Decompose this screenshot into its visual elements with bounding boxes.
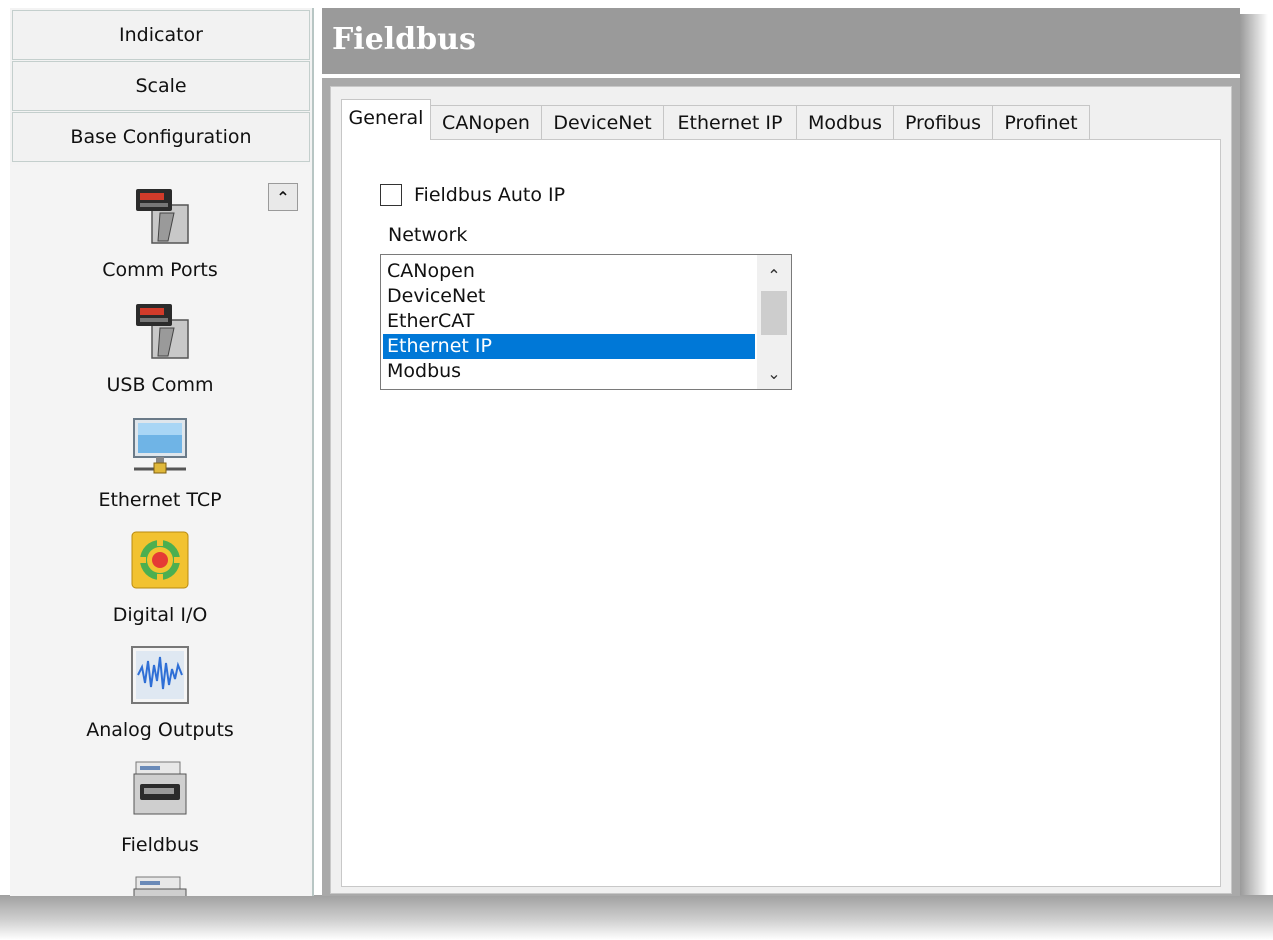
tab-modbus[interactable]: Modbus — [796, 105, 894, 139]
waveform-icon — [131, 646, 189, 704]
tab-devicenet[interactable]: DeviceNet — [541, 105, 664, 139]
nav-item-label: Comm Ports — [102, 259, 218, 281]
nav-item-label: Digital I/O — [112, 604, 208, 626]
chevron-down-icon: ⌄ — [767, 363, 781, 383]
content-area: General CANopen DeviceNet Ethernet IP Mo… — [322, 78, 1240, 896]
network-listbox[interactable]: CANopen DeviceNet EtherCAT Ethernet IP M… — [380, 254, 792, 390]
fieldbus-auto-ip-row[interactable]: Fieldbus Auto IP — [380, 182, 565, 208]
tab-control: General CANopen DeviceNet Ethernet IP Mo… — [330, 86, 1232, 894]
network-option-ethernet-ip[interactable]: Ethernet IP — [383, 334, 755, 359]
window-shadow-bottom — [0, 895, 1273, 940]
nav-item-fieldbus[interactable]: Fieldbus — [10, 760, 310, 872]
network-computer-icon — [133, 418, 187, 474]
scrollbar-thumb[interactable] — [761, 291, 787, 335]
network-option-devicenet[interactable]: DeviceNet — [383, 284, 755, 309]
network-option-canopen[interactable]: CANopen — [383, 259, 755, 284]
nav-item-label: Analog Outputs — [86, 719, 234, 741]
nav-item-comm-ports[interactable]: Comm Ports — [10, 185, 310, 297]
network-option-ethercat[interactable]: EtherCAT — [383, 309, 755, 334]
tab-canopen[interactable]: CANopen — [430, 105, 542, 139]
network-option-modbus[interactable]: Modbus — [383, 359, 755, 384]
fieldbus-device-icon — [133, 876, 187, 896]
fieldbus-device-icon — [133, 761, 187, 815]
nav-item-usb-comm[interactable]: USB Comm — [10, 300, 310, 412]
nav-item-partial[interactable] — [10, 875, 310, 896]
nav-base-configuration-button[interactable]: Base Configuration — [12, 112, 310, 162]
scroll-up-arrow[interactable]: ⌃ — [757, 261, 791, 289]
general-tab-page: Fieldbus Auto IP Network CANopen DeviceN… — [341, 139, 1221, 887]
fieldbus-auto-ip-checkbox[interactable] — [380, 184, 402, 206]
tab-profibus[interactable]: Profibus — [893, 105, 993, 139]
scale-terminal-icon — [136, 189, 189, 244]
page-title: Fieldbus — [332, 22, 476, 57]
application-window: Indicator Scale Base Configuration ⌃ Com… — [0, 0, 1273, 940]
nav-item-ethernet-tcp[interactable]: Ethernet TCP — [10, 415, 310, 527]
nav-item-digital-io[interactable]: Digital I/O — [10, 530, 310, 642]
scale-terminal-icon — [136, 304, 189, 359]
digital-io-target-icon — [131, 531, 189, 589]
base-configuration-list: ⌃ Comm Ports USB Comm Ethernet TCP Digit… — [10, 165, 310, 896]
tab-ethernet-ip[interactable]: Ethernet IP — [663, 105, 797, 139]
nav-item-label: USB Comm — [106, 374, 214, 396]
nav-item-analog-outputs[interactable]: Analog Outputs — [10, 645, 310, 757]
fieldbus-auto-ip-label[interactable]: Fieldbus Auto IP — [414, 184, 565, 206]
page-header: Fieldbus — [322, 8, 1240, 74]
tab-general[interactable]: General — [341, 99, 431, 140]
window-shadow-right — [1240, 14, 1268, 910]
nav-item-label: Ethernet TCP — [98, 489, 222, 511]
navigation-panel: Indicator Scale Base Configuration ⌃ Com… — [10, 8, 314, 896]
nav-scale-button[interactable]: Scale — [12, 61, 310, 111]
scroll-down-arrow[interactable]: ⌄ — [757, 359, 791, 387]
network-label: Network — [388, 224, 468, 246]
nav-item-label: Fieldbus — [121, 834, 199, 856]
nav-indicator-button[interactable]: Indicator — [12, 10, 310, 60]
chevron-up-icon: ⌃ — [767, 265, 781, 285]
tab-profinet[interactable]: Profinet — [992, 105, 1090, 139]
network-list-scrollbar[interactable]: ⌃ ⌄ — [757, 255, 791, 389]
